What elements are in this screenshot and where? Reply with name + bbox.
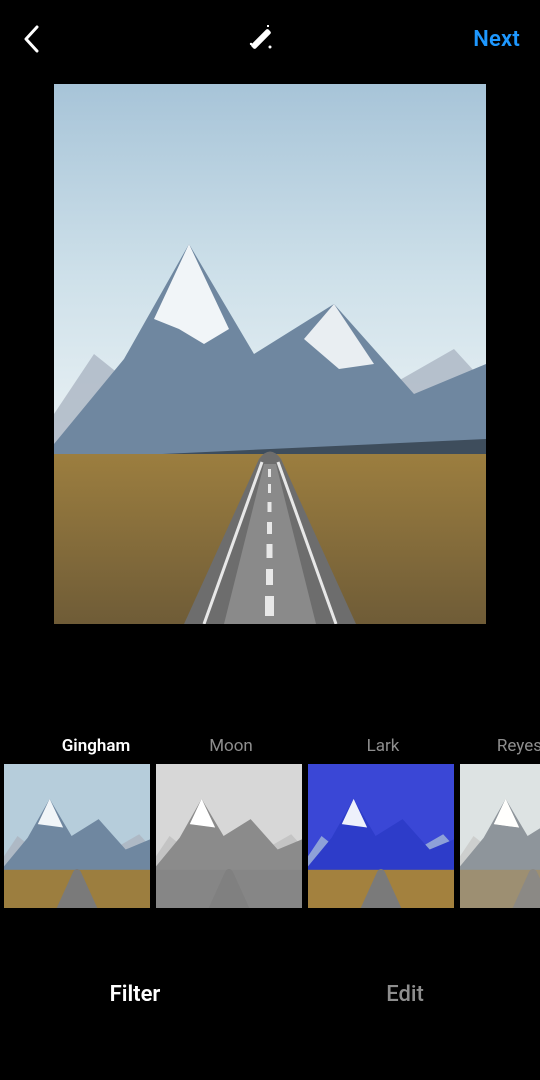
filter-labels-row: Gingham Moon Lark Reyes	[0, 728, 540, 756]
filter-label-reyes[interactable]: Reyes	[462, 736, 540, 756]
bottom-tab-bar: Filter Edit	[0, 908, 540, 1080]
filter-label-lark[interactable]: Lark	[310, 736, 456, 756]
filter-thumb-lark[interactable]	[308, 764, 454, 908]
filter-thumb-reyes[interactable]	[460, 764, 540, 908]
filter-strip: Gingham Moon Lark Reyes	[0, 638, 540, 908]
filter-label-moon[interactable]: Moon	[158, 736, 304, 756]
next-button[interactable]: Next	[473, 27, 524, 52]
tab-filter[interactable]: Filter	[0, 982, 270, 1007]
filter-thumb-gingham[interactable]	[4, 764, 150, 908]
tab-edit[interactable]: Edit	[270, 982, 540, 1007]
filter-label-gingham[interactable]: Gingham	[40, 736, 152, 756]
filter-thumbs-row[interactable]	[0, 764, 540, 908]
filter-thumb-moon[interactable]	[156, 764, 302, 908]
auto-enhance-icon[interactable]	[243, 22, 277, 56]
image-preview-area	[0, 78, 540, 638]
top-bar: Next	[0, 0, 540, 78]
app-root: Next	[0, 0, 540, 1080]
back-icon[interactable]	[16, 24, 46, 54]
image-preview[interactable]	[54, 84, 486, 624]
